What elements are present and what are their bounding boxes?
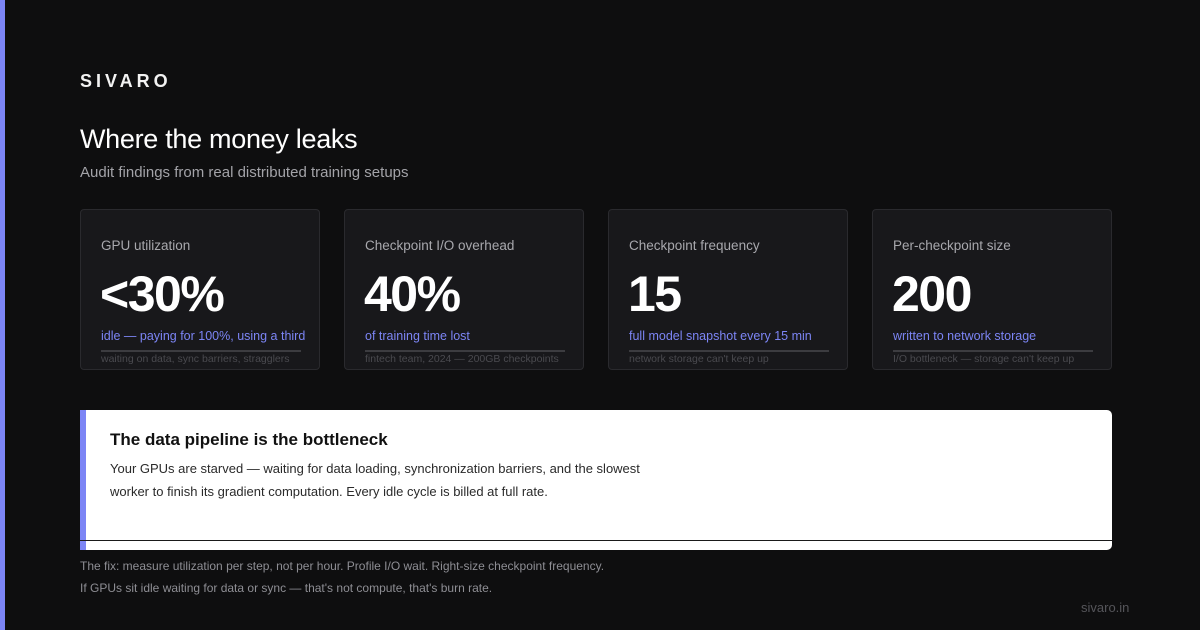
stat-card-note: fintech team, 2024 — 200GB checkpoints	[365, 353, 559, 365]
stat-card-caption: idle — paying for 100%, using a third	[101, 329, 306, 343]
callout-title: The data pipeline is the bottleneck	[110, 430, 388, 449]
stat-cards: GPU utilization <30% idle — paying for 1…	[80, 209, 1112, 370]
stat-card-note: I/O bottleneck — storage can't keep up	[893, 353, 1075, 365]
stat-card-note: network storage can't keep up	[629, 353, 769, 365]
stat-card-per-checkpoint-size: Per-checkpoint size 200 written to netwo…	[872, 209, 1112, 370]
page: SIVARO Where the money leaks Audit findi…	[0, 0, 1200, 630]
callout-accent-bar	[80, 410, 86, 550]
fix-line: The fix: measure utilization per step, n…	[80, 559, 605, 573]
stat-card-gpu-utilization: GPU utilization <30% idle — paying for 1…	[80, 209, 320, 370]
bottleneck-callout: The data pipeline is the bottleneck Your…	[80, 410, 1112, 550]
stat-card-value: 40%	[364, 266, 461, 322]
stat-card-label: GPU utilization	[101, 238, 191, 253]
stat-card-value: 15	[628, 266, 682, 322]
stat-card-label: Checkpoint I/O overhead	[365, 238, 515, 253]
stat-card-value: 200	[892, 266, 972, 322]
stat-card-caption: written to network storage	[893, 329, 1037, 343]
stat-card-divider	[893, 350, 1093, 352]
stat-card-label: Per-checkpoint size	[893, 238, 1011, 253]
stat-card-label: Checkpoint frequency	[629, 238, 760, 253]
stat-card-value: <30%	[100, 266, 225, 322]
callout-body: Your GPUs are starved — waiting for data…	[110, 461, 640, 499]
page-title: Where the money leaks	[80, 124, 358, 154]
callout-rule	[80, 540, 1112, 541]
stat-card-caption: full model snapshot every 15 min	[629, 329, 812, 343]
stat-card-checkpoint-io-overhead: Checkpoint I/O overhead 40% of training …	[344, 209, 584, 370]
footer-url: sivaro.in	[1081, 600, 1130, 615]
stat-card-divider	[101, 350, 301, 352]
stat-card-checkpoint-frequency: Checkpoint frequency 15 full model snaps…	[608, 209, 848, 370]
brand-logo: SIVARO	[80, 71, 172, 91]
stat-card-note: waiting on data, sync barriers, straggle…	[101, 353, 290, 365]
fix-line: If GPUs sit idle waiting for data or syn…	[80, 581, 493, 595]
stat-card-divider	[365, 350, 565, 352]
left-accent-bar	[0, 0, 5, 630]
stat-card-caption: of training time lost	[365, 329, 470, 343]
stat-card-divider	[629, 350, 829, 352]
page-subtitle: Audit findings from real distributed tra…	[80, 164, 409, 181]
